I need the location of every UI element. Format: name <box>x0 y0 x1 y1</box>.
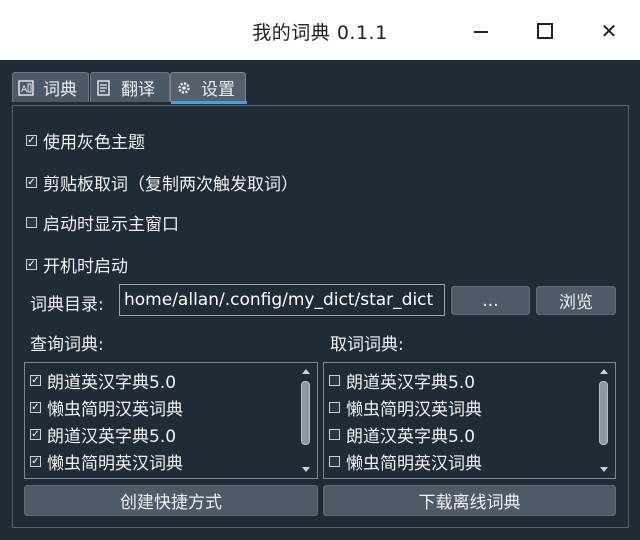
checkbox[interactable] <box>329 456 340 467</box>
dict-dir-dots-button[interactable]: ... <box>451 286 530 315</box>
checkbox[interactable]: ✓ <box>30 456 41 467</box>
query-dicts-list: ✓ 朗道英汉字典5.0 ✓ 懒虫简明汉英词典 ✓ 朗道汉英字典5.0 ✓ 懒虫简明英汉词… <box>24 362 318 479</box>
title-bar: 我的词典 0.1.1 ✕ <box>0 0 640 60</box>
checkbox[interactable]: ✓ <box>30 402 41 413</box>
scroll-down-icon[interactable] <box>600 467 608 472</box>
maximize-button[interactable] <box>532 18 558 44</box>
scrollbar[interactable] <box>300 367 312 474</box>
maximize-icon <box>537 23 553 39</box>
list-item-label: 朗道汉英字典5.0 <box>47 427 177 447</box>
tab-translate[interactable]: 翻译 <box>90 72 170 102</box>
list-item-label: 朗道汉英字典5.0 <box>346 427 476 447</box>
list-item[interactable]: ✓ 懒虫简明英汉词典 <box>30 449 183 474</box>
dict-dir-label: 词典目录: <box>30 295 104 315</box>
scroll-up-icon[interactable] <box>302 369 310 374</box>
pick-dicts-list: 朗道英汉字典5.0 懒虫简明汉英词典 朗道汉英字典5.0 懒虫简明英汉词典 <box>323 362 616 479</box>
tab-label: 翻译 <box>121 80 155 100</box>
list-item[interactable]: 朗道英汉字典5.0 <box>329 368 475 393</box>
gear-icon <box>175 79 193 97</box>
scroll-up-icon[interactable] <box>600 369 608 374</box>
checkbox[interactable] <box>329 375 340 386</box>
download-offline-dict-button[interactable]: 下载离线词典 <box>323 485 616 516</box>
tab-label: 设置 <box>201 80 235 100</box>
checkbox[interactable]: ✓ <box>26 135 37 146</box>
scroll-down-icon[interactable] <box>302 467 310 472</box>
translate-icon <box>95 79 113 97</box>
checkbox[interactable] <box>26 217 37 228</box>
checkbox[interactable]: ✓ <box>26 177 37 188</box>
tab-dictionary[interactable]: A 词典 <box>12 72 89 102</box>
dict-dir-input[interactable]: home/allan/.config/my_dict/star_dict <box>119 284 445 316</box>
close-button[interactable]: ✕ <box>596 18 622 44</box>
checkbox[interactable] <box>329 429 340 440</box>
list-item[interactable]: ✓ 朗道汉英字典5.0 <box>30 422 176 447</box>
svg-text:A: A <box>21 85 28 95</box>
minimize-button[interactable] <box>468 18 494 44</box>
list-item-label: 朗道英汉字典5.0 <box>346 373 476 393</box>
query-dicts-label: 查询词典: <box>30 335 104 355</box>
list-item-label: 懒虫简明汉英词典 <box>346 400 482 420</box>
scrollbar-thumb[interactable] <box>301 381 310 445</box>
list-item[interactable]: 懒虫简明汉英词典 <box>329 395 482 420</box>
option-autostart[interactable]: ✓ 开机时启动 <box>26 252 128 277</box>
tab-label: 词典 <box>43 80 77 100</box>
option-show-main-window[interactable]: 启动时显示主窗口 <box>26 210 179 235</box>
scrollbar-thumb[interactable] <box>599 381 608 445</box>
list-item-label: 朗道英汉字典5.0 <box>47 373 177 393</box>
list-item-label: 懒虫简明汉英词典 <box>47 400 183 420</box>
close-icon: ✕ <box>600 19 618 43</box>
option-clipboard-lookup[interactable]: ✓ 剪贴板取词（复制两次触发取词） <box>26 170 298 195</box>
scrollbar[interactable] <box>598 367 610 474</box>
option-label: 开机时启动 <box>43 257 128 277</box>
list-item[interactable]: 懒虫简明英汉词典 <box>329 449 482 474</box>
list-item[interactable]: ✓ 朗道英汉字典5.0 <box>30 368 176 393</box>
browse-button[interactable]: 浏览 <box>536 286 616 315</box>
checkbox[interactable]: ✓ <box>30 429 41 440</box>
option-label: 剪贴板取词（复制两次触发取词） <box>43 175 298 195</box>
list-item[interactable]: 朗道汉英字典5.0 <box>329 422 475 447</box>
option-gray-theme[interactable]: ✓ 使用灰色主题 <box>26 128 145 153</box>
list-item-label: 懒虫简明英汉词典 <box>47 454 183 474</box>
checkbox[interactable]: ✓ <box>30 375 41 386</box>
minimize-icon <box>474 31 488 33</box>
list-item[interactable]: ✓ 懒虫简明汉英词典 <box>30 395 183 420</box>
pick-dicts-label: 取词词典: <box>330 335 404 355</box>
active-tab-indicator <box>171 101 247 104</box>
option-label: 启动时显示主窗口 <box>43 215 179 235</box>
create-shortcut-button[interactable]: 创建快捷方式 <box>24 485 318 516</box>
dictionary-icon: A <box>17 79 35 97</box>
checkbox[interactable] <box>329 402 340 413</box>
checkbox[interactable]: ✓ <box>26 259 37 270</box>
tab-settings[interactable]: 设置 <box>170 72 247 104</box>
list-item-label: 懒虫简明英汉词典 <box>346 454 482 474</box>
option-label: 使用灰色主题 <box>43 133 145 153</box>
